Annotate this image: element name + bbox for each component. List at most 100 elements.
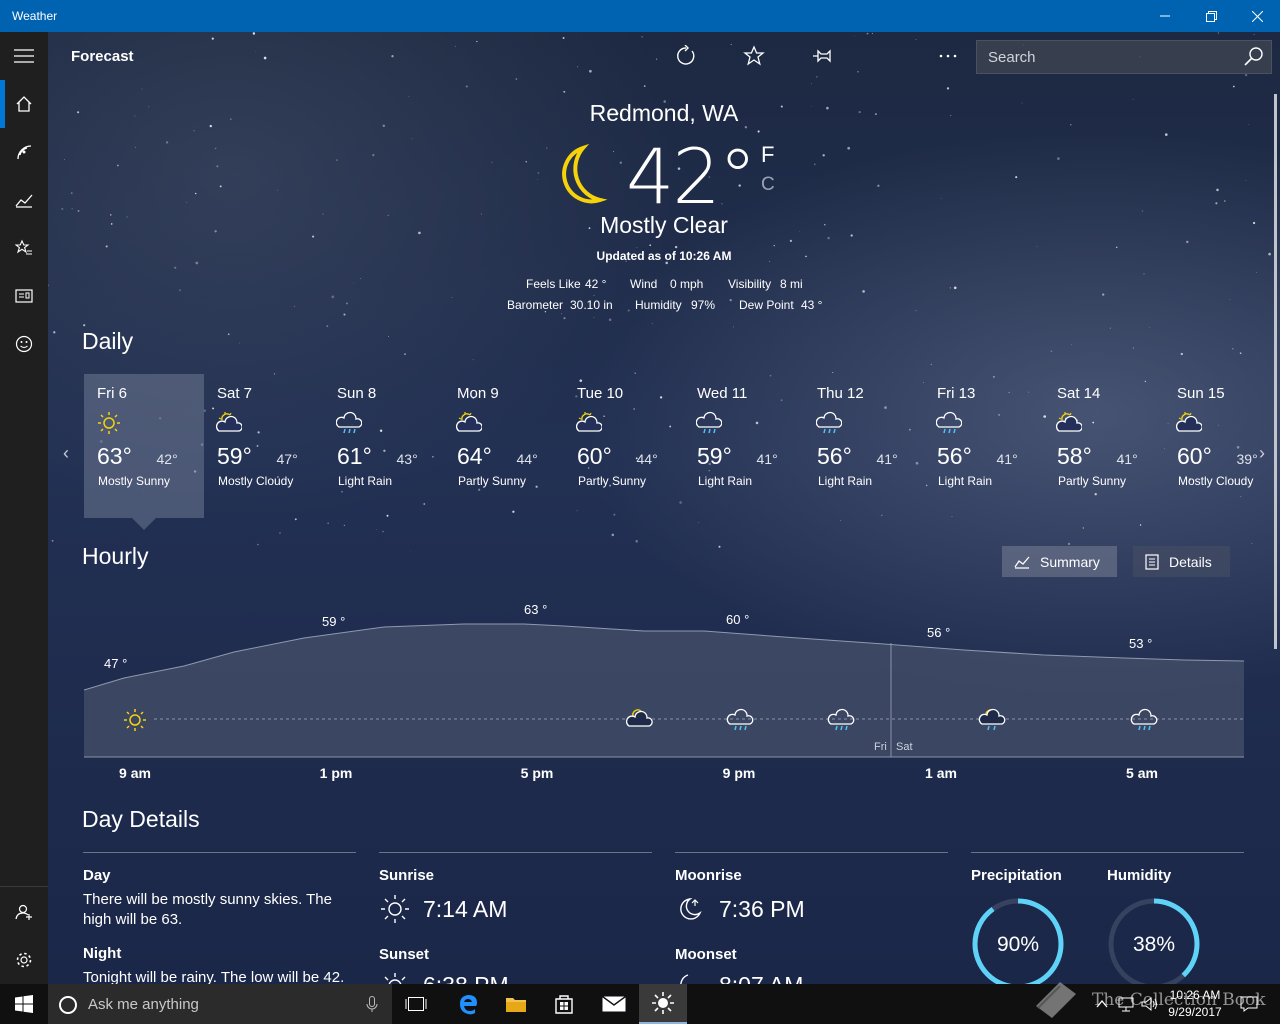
details-label: Details <box>1169 553 1212 570</box>
high-temp: 64° <box>457 443 492 469</box>
hamburger-menu-button[interactable] <box>0 32 48 80</box>
day-label-sat: Sat <box>896 741 913 753</box>
nav-news[interactable] <box>0 272 48 320</box>
day-condition: Light Rain <box>698 474 753 488</box>
daily-day-card[interactable]: Thu 12 56° 41° Light Rain <box>804 374 924 518</box>
celsius-toggle[interactable]: C <box>761 174 775 196</box>
search-input[interactable] <box>977 41 1237 73</box>
settings-button[interactable] <box>0 936 48 984</box>
windows-icon <box>15 995 33 1013</box>
cortana-search-box[interactable]: Ask me anything <box>48 984 392 1024</box>
divider <box>83 852 356 853</box>
sunrise-icon <box>381 895 409 923</box>
chart-icon <box>1014 556 1030 569</box>
nav-maps[interactable] <box>0 128 48 176</box>
time-label: 9 am <box>119 765 151 781</box>
day-condition: Partly Sunny <box>1058 474 1127 488</box>
forecast-page: Forecast Redmond, WA 42° F C Mostly Clea… <box>48 32 1280 984</box>
temp-label: 63 ° <box>524 602 547 617</box>
details-view-button[interactable]: Details <box>1133 546 1230 577</box>
daily-day-card[interactable]: Fri 13 56° 41° Light Rain <box>924 374 1044 518</box>
summary-view-button[interactable]: Summary <box>1002 546 1117 577</box>
more-options-button[interactable] <box>930 40 966 72</box>
low-temp: 47° <box>276 451 298 467</box>
day-name: Sun 8 <box>337 385 377 402</box>
action-center-icon[interactable] <box>1240 996 1258 1012</box>
nav-feedback[interactable] <box>0 320 48 368</box>
daily-day-card[interactable]: Tue 10 60° 44° Partly Sunny <box>564 374 684 518</box>
daily-day-card[interactable]: Sat 7 59° 47° Mostly Cloudy <box>204 374 324 518</box>
hamburger-icon <box>14 49 34 63</box>
daily-scroll-left[interactable]: ‹ <box>59 443 73 463</box>
fahrenheit-toggle[interactable]: F <box>761 142 774 168</box>
visibility-label: Visibility <box>728 277 772 291</box>
daily-day-card[interactable]: Wed 11 59° 41° Light Rain <box>684 374 804 518</box>
barometer-label: Barometer <box>507 298 564 312</box>
account-button[interactable] <box>0 888 48 936</box>
smiley-icon <box>15 335 33 353</box>
daily-day-card[interactable]: Fri 6 63° 42° Mostly Sunny <box>84 374 204 518</box>
store-button[interactable] <box>540 984 588 1024</box>
search-icon <box>1244 47 1263 66</box>
restore-button[interactable] <box>1188 0 1234 32</box>
file-explorer-button[interactable] <box>492 984 540 1024</box>
gear-icon <box>16 952 32 968</box>
partly-sunny-icon <box>456 412 482 432</box>
nav-historical-weather[interactable] <box>0 176 48 224</box>
moonrise-time: 7:36 PM <box>719 896 805 922</box>
search-box <box>976 40 1272 74</box>
sunset-time: 6:38 PM <box>423 972 509 984</box>
favorite-button[interactable] <box>736 40 772 72</box>
daily-day-card[interactable]: Sat 14 58° 41° Partly Sunny <box>1044 374 1164 518</box>
rain-icon <box>336 411 362 434</box>
list-icon <box>1145 553 1159 570</box>
wind-value: 0 mph <box>670 277 704 291</box>
sunrise-time: 7:14 AM <box>423 896 508 922</box>
refresh-button[interactable] <box>668 40 704 72</box>
wind-label: Wind <box>630 277 658 291</box>
current-condition: Mostly Clear <box>600 212 728 238</box>
chevron-up-icon[interactable] <box>1096 998 1108 1010</box>
daily-day-card[interactable]: Sun 15 60° 39° Mostly Cloudy <box>1164 374 1280 518</box>
network-icon[interactable] <box>1118 996 1134 1012</box>
moonset-icon <box>680 974 689 984</box>
day-condition: Partly Sunny <box>458 474 527 488</box>
weather-app-button[interactable] <box>639 984 687 1024</box>
day-description: There will be mostly sunny skies. The hi… <box>83 891 332 928</box>
folder-icon <box>506 998 526 1012</box>
person-icon <box>15 904 32 920</box>
close-button[interactable] <box>1234 0 1280 32</box>
clock-time[interactable]: 10:26 AM <box>1162 988 1228 1002</box>
day-condition: Light Rain <box>338 474 393 488</box>
low-temp: 44° <box>516 451 538 467</box>
sunset-icon <box>384 973 406 984</box>
day-name: Mon 9 <box>457 385 499 402</box>
search-button[interactable] <box>1243 46 1265 68</box>
edge-button[interactable] <box>444 984 492 1024</box>
nav-forecast[interactable] <box>0 80 48 128</box>
pin-button[interactable] <box>804 40 840 72</box>
day-condition: Mostly Cloudy <box>218 474 294 488</box>
theme-toggle-button[interactable] <box>872 40 908 72</box>
daily-day-card[interactable]: Mon 9 64° 44° Partly Sunny <box>444 374 564 518</box>
day-condition: Light Rain <box>938 474 993 488</box>
taskbar: Ask me anything The Collection Book 10:2… <box>0 982 1280 1024</box>
command-bar: Forecast <box>48 32 1280 80</box>
nav-favorites[interactable] <box>0 224 48 272</box>
pin-icon <box>813 49 831 63</box>
start-button[interactable] <box>0 984 48 1024</box>
low-temp: 41° <box>996 451 1018 467</box>
minimize-button[interactable] <box>1142 0 1188 32</box>
precipitation-value: 90% <box>997 933 1039 956</box>
daily-day-card[interactable]: Sun 8 61° 43° Light Rain <box>324 374 444 518</box>
temp-label: 56 ° <box>927 625 950 640</box>
clock-date[interactable]: 9/29/2017 <box>1162 1005 1228 1019</box>
high-temp: 58° <box>1057 443 1092 469</box>
mail-button[interactable] <box>590 984 638 1024</box>
minimize-icon <box>1160 15 1170 17</box>
day-name: Fri 13 <box>937 385 976 402</box>
partly-sunny-icon <box>576 412 602 432</box>
volume-icon[interactable] <box>1141 996 1159 1012</box>
task-view-button[interactable] <box>392 984 440 1024</box>
scrollbar-thumb[interactable] <box>1274 94 1277 649</box>
